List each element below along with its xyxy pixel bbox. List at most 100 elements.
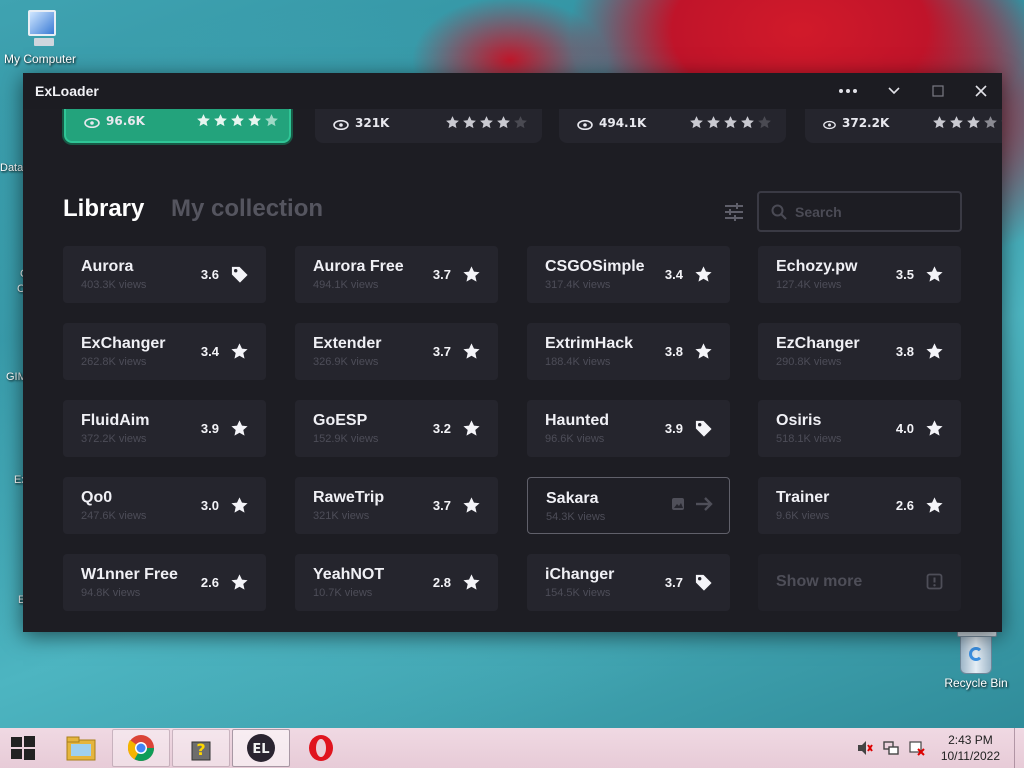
card-views: 154.5K views (545, 587, 611, 599)
exloader-window: ExLoader 96.6K 321K 494.1K 372.2K Librar… (23, 73, 1002, 632)
library-card[interactable]: Osiris 518.1K views 4.0 (758, 400, 961, 457)
action-center-icon[interactable] (909, 740, 925, 756)
star-icon (926, 343, 943, 359)
star-icon (463, 266, 480, 282)
library-card[interactable]: FluidAim 372.2K views 3.9 (63, 400, 266, 457)
library-card[interactable]: YeahNOT 10.7K views 2.8 (295, 554, 498, 611)
arrow-right-icon[interactable] (695, 497, 713, 511)
desktop-icon-label-partial[interactable]: Data (0, 162, 23, 174)
library-card[interactable]: iChanger 154.5K views 3.7 (527, 554, 730, 611)
more-options-button[interactable] (826, 73, 870, 109)
library-card[interactable]: Sakara 54.3K views (527, 477, 730, 534)
search-box[interactable] (757, 191, 962, 232)
card-rating: 2.6 (895, 498, 914, 513)
show-desktop-button[interactable] (1014, 728, 1024, 768)
star-icon (741, 116, 754, 129)
star-icon (231, 114, 244, 127)
tab-my-collection[interactable]: My collection (171, 195, 323, 223)
card-rating: 2.6 (200, 575, 219, 590)
card-rating: 3.4 (664, 267, 683, 282)
card-title: CSGOSimple (545, 258, 645, 275)
more-dots-icon (839, 89, 857, 93)
image-icon[interactable] (671, 497, 685, 511)
eye-icon (577, 120, 593, 130)
star-icon (695, 343, 712, 359)
library-card[interactable]: EzChanger 290.8K views 3.8 (758, 323, 961, 380)
taskbar-file-explorer[interactable] (52, 729, 110, 767)
star-icon (933, 116, 946, 129)
taskbar-chrome[interactable] (112, 729, 170, 767)
chevron-down-icon (888, 87, 900, 95)
star-icon (446, 116, 459, 129)
library-card[interactable]: Extender 326.9K views 3.7 (295, 323, 498, 380)
star-icon (707, 116, 720, 129)
card-actions (671, 497, 713, 511)
star-rating (445, 115, 528, 130)
chrome-icon (127, 735, 155, 762)
library-card[interactable]: RaweTrip 321K views 3.7 (295, 477, 498, 534)
library-card[interactable]: Aurora Free 494.1K views 3.7 (295, 246, 498, 303)
minimize-button[interactable] (872, 73, 916, 109)
maximize-button[interactable] (916, 73, 960, 109)
library-card[interactable]: Qo0 247.6K views 3.0 (63, 477, 266, 534)
star-icon (758, 116, 771, 129)
card-title: Extender (313, 335, 382, 352)
star-icon (984, 116, 997, 129)
library-card[interactable]: ExtrimHack 188.4K views 3.8 (527, 323, 730, 380)
eye-icon (823, 120, 836, 130)
star-icon (724, 116, 737, 129)
library-card[interactable]: ExChanger 262.8K views 3.4 (63, 323, 266, 380)
star-icon (214, 114, 227, 127)
card-views: 518.1K views (776, 433, 842, 445)
card-rating: 4.0 (895, 421, 914, 436)
my-computer-desktop-icon[interactable]: My Computer (0, 8, 80, 66)
recycle-bin-icon (957, 629, 997, 674)
star-icon (497, 116, 510, 129)
card-title: Trainer (776, 489, 830, 506)
show-more-button[interactable]: Show more (758, 554, 961, 611)
taskbar-help[interactable]: ? (172, 729, 230, 767)
taskbar-exloader[interactable]: EL (232, 729, 290, 767)
svg-text:?: ? (196, 740, 205, 759)
card-rating: 3.5 (895, 267, 914, 282)
card-rating: 3.7 (664, 575, 683, 590)
star-icon (197, 114, 210, 127)
computer-icon (18, 8, 62, 50)
start-button[interactable] (0, 728, 46, 768)
windows-logo-icon (11, 736, 35, 760)
volume-muted-icon[interactable] (857, 740, 873, 756)
library-card[interactable]: CSGOSimple 317.4K views 3.4 (527, 246, 730, 303)
recycle-bin-desktop-icon[interactable]: Recycle Bin (938, 629, 1014, 690)
library-card[interactable]: W1nner Free 94.8K views 2.6 (63, 554, 266, 611)
card-rating: 3.9 (664, 421, 683, 436)
exloader-icon: EL (247, 734, 275, 762)
library-card[interactable]: Echozy.pw 127.4K views 3.5 (758, 246, 961, 303)
star-icon (480, 116, 493, 129)
library-card[interactable]: GoESP 152.9K views 3.2 (295, 400, 498, 457)
my-computer-label: My Computer (3, 52, 77, 66)
recycle-bin-label: Recycle Bin (944, 676, 1008, 690)
title-bar[interactable]: ExLoader (23, 73, 1002, 109)
card-title: Aurora Free (313, 258, 404, 275)
network-icon[interactable] (883, 740, 899, 756)
card-views: 152.9K views (313, 433, 379, 445)
card-rating: 3.7 (432, 498, 451, 513)
card-views: 317.4K views (545, 279, 611, 291)
taskbar-opera[interactable] (292, 729, 350, 767)
close-button[interactable] (959, 73, 1002, 109)
card-title: ExChanger (81, 335, 166, 352)
clock[interactable]: 2:43 PM 10/11/2022 (941, 732, 1000, 764)
star-icon (967, 116, 980, 129)
star-icon (1001, 120, 1002, 122)
card-views: 188.4K views (545, 356, 611, 368)
library-card[interactable]: Trainer 9.6K views 2.6 (758, 477, 961, 534)
library-card[interactable]: Aurora 403.3K views 3.6 (63, 246, 266, 303)
card-rating: 3.7 (432, 344, 451, 359)
card-rating: 3.0 (200, 498, 219, 513)
library-card[interactable]: Haunted 96.6K views 3.9 (527, 400, 730, 457)
card-views: 494.1K views (313, 279, 379, 291)
search-input[interactable] (795, 203, 945, 220)
tab-library[interactable]: Library (63, 195, 144, 223)
filter-button[interactable] (723, 201, 745, 223)
star-rating (932, 115, 1002, 130)
